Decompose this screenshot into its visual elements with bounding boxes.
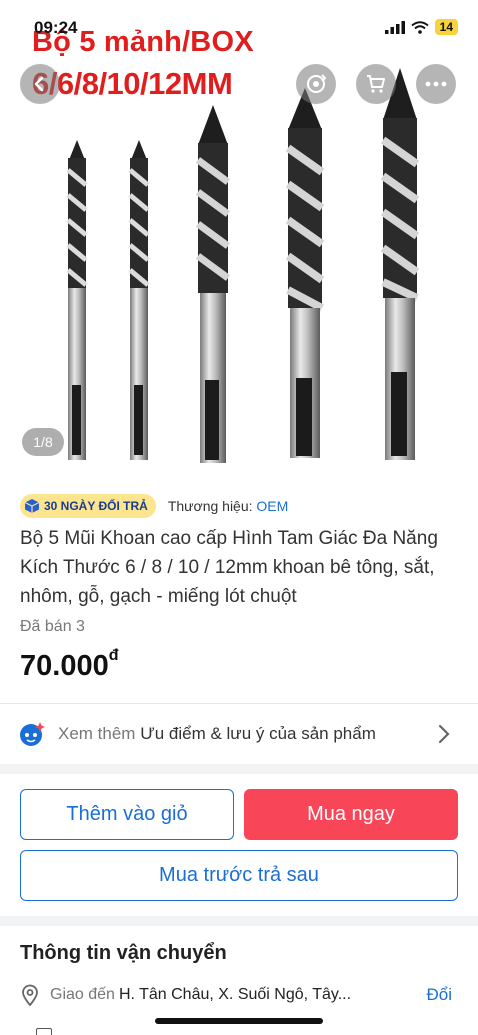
return-badge-label: 30 NGÀY ĐỔI TRẢ <box>44 499 148 513</box>
tag-row: 30 NGÀY ĐỔI TRẢ Thương hiệu: OEM <box>20 494 288 518</box>
chevron-right-icon <box>438 724 450 744</box>
brand-label: Thương hiệu: OEM <box>168 498 289 514</box>
delivery-address: H. Tân Châu, X. Suối Ngô, Tây... <box>118 986 352 1003</box>
return-policy-badge[interactable]: 30 NGÀY ĐỔI TRẢ <box>20 494 156 518</box>
assistant-icon <box>20 722 45 746</box>
status-bar: 09:24 14 <box>0 0 478 46</box>
drill-bit-12mm <box>380 68 420 460</box>
home-indicator <box>155 1018 323 1024</box>
drill-bit-6mm-b <box>128 140 150 460</box>
more-icon <box>425 81 447 87</box>
drill-bit-6mm-a <box>66 140 88 460</box>
back-button[interactable] <box>20 64 60 104</box>
deliver-to-label: Giao đến <box>50 986 115 1003</box>
section-divider <box>0 916 478 926</box>
status-time: 09:24 <box>34 18 78 37</box>
share-button[interactable] <box>296 64 336 104</box>
currency-symbol: đ <box>108 647 119 665</box>
cart-button[interactable] <box>356 64 396 104</box>
shipping-section-title: Thông tin vận chuyển <box>20 942 227 964</box>
brand-link[interactable]: OEM <box>256 498 288 514</box>
signal-icon <box>384 20 405 34</box>
change-address-link[interactable]: Đổi <box>426 985 452 1005</box>
price-value: 70.000 <box>20 650 109 682</box>
wifi-icon <box>411 20 429 34</box>
location-pin-icon <box>22 984 38 1006</box>
delivery-address-row[interactable]: Giao đến H. Tân Châu, X. Suối Ngô, Tây..… <box>20 980 458 1010</box>
see-more-prefix: Xem thêm <box>58 724 141 743</box>
product-image-carousel[interactable]: Bộ 5 mảnh/BOX 6/6/8/10/12MM 1/8 <box>0 0 478 478</box>
divider <box>0 703 478 704</box>
buy-now-pay-later-button[interactable]: Mua trước trả sau <box>20 850 458 901</box>
more-options-button[interactable] <box>416 64 456 104</box>
status-icons: 14 <box>384 19 458 35</box>
battery-indicator: 14 <box>434 19 458 35</box>
sold-count: Đã bán 3 <box>20 618 85 635</box>
see-more-label: Ưu điểm & lưu ý của sản phẩm <box>140 724 376 743</box>
buy-now-button[interactable]: Mua ngay <box>244 789 458 840</box>
back-icon <box>34 76 44 92</box>
drill-bit-8mm <box>195 105 231 463</box>
box-icon <box>24 499 40 513</box>
image-overlay-subtitle: 6/6/8/10/12MM <box>32 66 233 101</box>
brand-prefix: Thương hiệu: <box>167 498 257 514</box>
add-to-cart-button[interactable]: Thêm vào giỏ <box>20 789 234 840</box>
cart-icon <box>367 75 385 93</box>
section-divider <box>0 764 478 774</box>
product-price: 70.000đ <box>20 647 119 683</box>
see-more-row[interactable]: Xem thêm Ưu điểm & lưu ý của sản phẩm <box>0 706 478 762</box>
image-counter: 1/8 <box>22 428 64 456</box>
truck-icon <box>36 1028 52 1035</box>
product-title: Bộ 5 Mũi Khoan cao cấp Hình Tam Giác Đa … <box>20 528 438 607</box>
reload-share-icon <box>307 74 327 93</box>
drill-bit-10mm <box>285 88 325 458</box>
see-more-text: Xem thêm Ưu điểm & lưu ý của sản phẩm <box>58 724 376 744</box>
